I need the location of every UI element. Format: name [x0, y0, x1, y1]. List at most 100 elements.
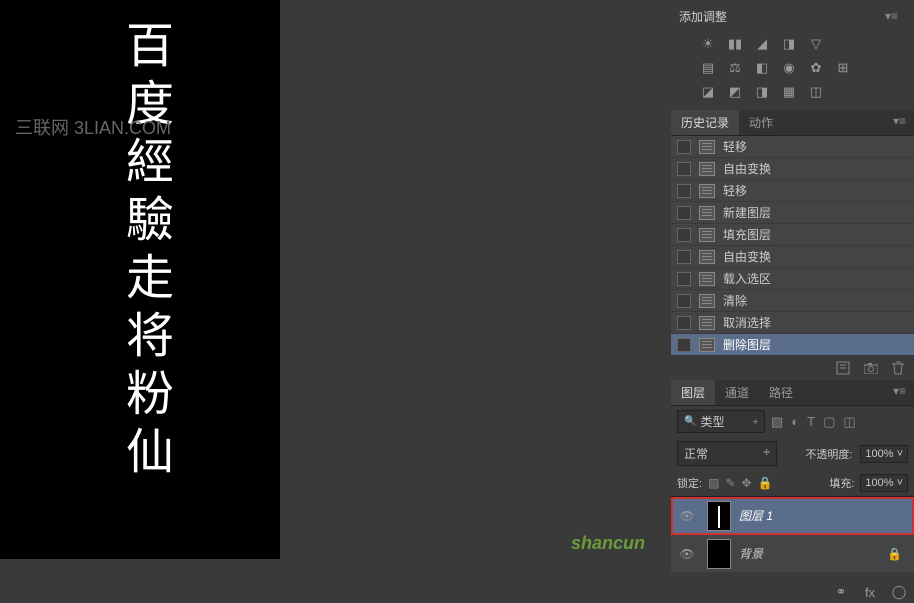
history-item[interactable]: 删除图层 [671, 334, 914, 356]
selective-color-icon[interactable]: ◫ [807, 84, 825, 100]
filter-shape-icon[interactable]: ▢ [823, 414, 835, 430]
search-icon: 🔍 [684, 416, 696, 427]
dropdown-arrow-icon: ÷ [763, 445, 770, 462]
history-snapshot-checkbox[interactable] [677, 140, 691, 154]
history-step-icon [699, 140, 715, 154]
invert-icon[interactable]: ◪ [699, 84, 717, 100]
history-panel-menu-icon[interactable]: ▾≡ [885, 110, 914, 135]
history-snapshot-checkbox[interactable] [677, 162, 691, 176]
channel-mixer-icon[interactable]: ✿ [807, 60, 825, 76]
layer-footer: ⚭ fx ◯ [671, 581, 914, 603]
create-document-icon[interactable] [836, 361, 850, 375]
lock-transparent-icon[interactable]: ▨ [708, 476, 719, 490]
link-icon[interactable]: ⚭ [832, 584, 850, 600]
filter-smart-icon[interactable]: ◫ [843, 414, 855, 430]
history-label: 轻移 [723, 138, 747, 155]
visibility-toggle[interactable]: 👁 [675, 509, 699, 523]
fill-label: 填充: [829, 475, 854, 491]
dropdown-arrow-icon: ˅ [897, 477, 903, 489]
balance-icon[interactable]: ⚖ [726, 60, 744, 76]
layer-type-filter[interactable]: 🔍 类型 ÷ [677, 410, 765, 433]
canvas-area[interactable]: 百度經驗走将粉仙 三联网 3LIAN.COM shancun [0, 0, 670, 559]
history-item[interactable]: 新建图层 [671, 202, 914, 224]
history-item[interactable]: 取消选择 [671, 312, 914, 334]
hue-icon[interactable]: ▤ [699, 60, 717, 76]
lock-position-icon[interactable]: ✥ [741, 476, 751, 490]
history-footer [671, 356, 914, 380]
history-step-icon [699, 316, 715, 330]
history-snapshot-checkbox[interactable] [677, 294, 691, 308]
history-item[interactable]: 自由变换 [671, 246, 914, 268]
brightness-icon[interactable]: ☀ [699, 36, 717, 52]
tab-channels[interactable]: 通道 [715, 380, 759, 405]
history-step-icon [699, 250, 715, 264]
panel-menu-icon[interactable]: ▾≡ [877, 5, 906, 27]
layers-panel: 图层 通道 路径 ▾≡ 🔍 类型 ÷ ▧ ◐ T ▢ ◫ 正常 ÷ [671, 380, 914, 603]
history-snapshot-checkbox[interactable] [677, 272, 691, 286]
adjustments-panel: 添加调整 ▾≡ ☀ ▮▮ ◢ ◨ ▽ ▤ ⚖ ◧ ◉ ✿ ⊞ ◪ ◩ ◨ ▦ ◫ [671, 0, 914, 110]
mask-icon[interactable]: ◯ [890, 584, 908, 600]
tab-layers[interactable]: 图层 [671, 380, 715, 405]
history-item[interactable]: 载入选区 [671, 268, 914, 290]
posterize-icon[interactable]: ◩ [726, 84, 744, 100]
document-canvas[interactable]: 百度經驗走将粉仙 [0, 0, 280, 559]
history-snapshot-checkbox[interactable] [677, 250, 691, 264]
history-snapshot-checkbox[interactable] [677, 228, 691, 242]
layer-item[interactable]: 👁 背景 🔒 [671, 535, 914, 573]
color-lookup-icon[interactable]: ⊞ [834, 60, 852, 76]
tab-actions[interactable]: 动作 [739, 110, 783, 135]
layer-name[interactable]: 背景 [739, 545, 763, 562]
history-snapshot-checkbox[interactable] [677, 316, 691, 330]
filter-type-icon[interactable]: T [807, 414, 815, 430]
history-snapshot-checkbox[interactable] [677, 338, 691, 352]
blend-mode-select[interactable]: 正常 ÷ [677, 441, 777, 466]
opacity-input[interactable]: 100% ˅ [860, 445, 908, 463]
adjustments-title: 添加调整 [679, 8, 727, 25]
layer-thumbnail[interactable] [707, 501, 731, 531]
levels-icon[interactable]: ▮▮ [726, 36, 744, 52]
history-label: 轻移 [723, 182, 747, 199]
layers-list: 👁 图层 1 👁 背景 🔒 [671, 496, 914, 573]
blend-mode-row: 正常 ÷ 不透明度: 100% ˅ [671, 437, 914, 470]
history-snapshot-checkbox[interactable] [677, 184, 691, 198]
lock-all-icon[interactable]: 🔒 [758, 476, 773, 490]
history-item[interactable]: 清除 [671, 290, 914, 312]
history-item[interactable]: 自由变换 [671, 158, 914, 180]
filter-adjustment-icon[interactable]: ◐ [791, 414, 799, 430]
fill-input[interactable]: 100% ˅ [860, 474, 908, 492]
history-snapshot-checkbox[interactable] [677, 206, 691, 220]
history-step-icon [699, 228, 715, 242]
layer-item[interactable]: 👁 图层 1 [671, 497, 914, 535]
visibility-toggle[interactable]: 👁 [675, 547, 699, 561]
curves-icon[interactable]: ◢ [753, 36, 771, 52]
history-item[interactable]: 轻移 [671, 180, 914, 202]
photo-filter-icon[interactable]: ◉ [780, 60, 798, 76]
history-label: 自由变换 [723, 160, 771, 177]
fx-icon[interactable]: fx [861, 584, 879, 600]
gradient-map-icon[interactable]: ▦ [780, 84, 798, 100]
layer-lock-icon[interactable]: 🔒 [887, 547, 902, 561]
trash-icon[interactable] [892, 361, 904, 375]
layer-name[interactable]: 图层 1 [739, 507, 773, 524]
type-filter-label: 类型 [700, 413, 724, 430]
fill-value-text: 100% [865, 477, 893, 489]
history-item[interactable]: 填充图层 [671, 224, 914, 246]
filter-pixel-icon[interactable]: ▧ [771, 414, 783, 430]
bw-icon[interactable]: ◧ [753, 60, 771, 76]
layer-thumbnail[interactable] [707, 539, 731, 569]
canvas-text-content: 百度經驗走将粉仙 [110, 20, 170, 484]
history-item[interactable]: 轻移 [671, 136, 914, 158]
vibrance-icon[interactable]: ▽ [807, 36, 825, 52]
camera-icon[interactable] [864, 362, 878, 374]
lock-pixels-icon[interactable]: ✎ [725, 476, 735, 490]
tab-paths[interactable]: 路径 [759, 380, 803, 405]
opacity-label: 不透明度: [805, 446, 852, 462]
lock-row: 锁定: ▨ ✎ ✥ 🔒 填充: 100% ˅ [671, 470, 914, 496]
threshold-icon[interactable]: ◨ [753, 84, 771, 100]
layers-panel-menu-icon[interactable]: ▾≡ [885, 380, 914, 405]
history-step-icon [699, 184, 715, 198]
layers-tabs: 图层 通道 路径 ▾≡ [671, 380, 914, 406]
watermark-text: 三联网 3LIAN.COM [15, 114, 171, 140]
exposure-icon[interactable]: ◨ [780, 36, 798, 52]
tab-history[interactable]: 历史记录 [671, 110, 739, 135]
